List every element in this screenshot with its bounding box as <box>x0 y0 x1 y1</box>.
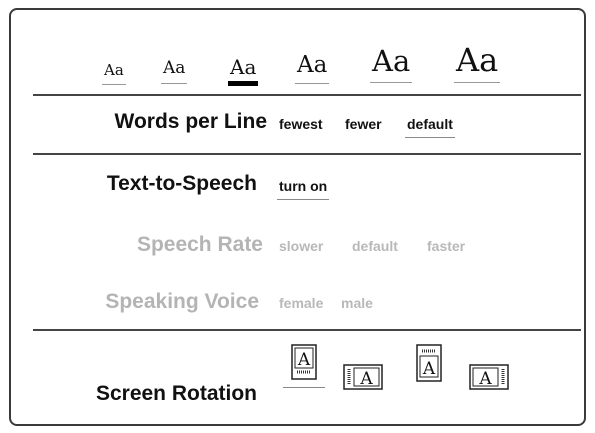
speech-rate-slower: slower <box>279 238 324 254</box>
speaking-voice-male: male <box>341 295 373 311</box>
words-per-line-label: Words per Line <box>114 110 267 133</box>
portrait-icon[interactable]: A <box>283 344 325 388</box>
font-size-label: Aa <box>230 55 257 79</box>
speech-rate-label: Speech Rate <box>136 233 263 256</box>
text-to-speech-label: Text-to-Speech <box>106 172 257 195</box>
words-per-line-default[interactable]: default <box>405 116 455 138</box>
landscape-right-icon-graphic: A <box>469 364 509 390</box>
words-per-line-fewest[interactable]: fewest <box>279 116 323 132</box>
font-size-label: Aa <box>297 52 328 78</box>
svg-text:A: A <box>478 369 492 389</box>
font-size-label: Aa <box>163 58 186 78</box>
svg-text:A: A <box>359 369 373 389</box>
font-size-option-4[interactable]: Aa <box>295 52 330 84</box>
words-per-line-default-label: default <box>407 116 453 132</box>
text-to-speech-turn-on[interactable]: turn on <box>277 178 330 200</box>
landscape-right-icon[interactable]: A <box>469 364 509 390</box>
screen-rotation-label: Screen Rotation <box>95 382 257 405</box>
svg-text:A: A <box>422 359 436 379</box>
portrait-icon-graphic: A <box>291 344 317 380</box>
text-to-speech-turn-on-label: turn on <box>279 178 328 194</box>
landscape-left-icon-graphic: A <box>343 364 383 390</box>
font-size-option-2[interactable]: Aa <box>161 58 188 84</box>
speech-rate-faster: faster <box>427 238 466 254</box>
speaking-voice-female: female <box>279 295 324 311</box>
divider <box>33 153 581 155</box>
portrait-inverted-icon-graphic: A <box>416 344 442 382</box>
svg-text:A: A <box>297 350 311 370</box>
settings-panel: Aa Aa Aa Aa Aa Aa Words per Line fewest … <box>9 8 586 426</box>
font-size-option-1[interactable]: Aa <box>102 61 126 85</box>
words-per-line-fewer[interactable]: fewer <box>345 116 382 132</box>
speech-rate-default: default <box>352 238 398 254</box>
font-size-label: Aa <box>456 41 499 79</box>
font-size-option-6[interactable]: Aa <box>454 41 501 83</box>
divider <box>33 329 581 331</box>
portrait-inverted-icon[interactable]: A <box>416 344 442 382</box>
font-size-option-5[interactable]: Aa <box>370 44 413 83</box>
font-size-option-3[interactable]: Aa <box>228 55 259 86</box>
font-size-label: Aa <box>104 61 124 79</box>
speaking-voice-label: Speaking Voice <box>105 290 259 313</box>
landscape-left-icon[interactable]: A <box>343 364 383 390</box>
divider <box>33 94 581 96</box>
font-size-label: Aa <box>372 44 411 78</box>
